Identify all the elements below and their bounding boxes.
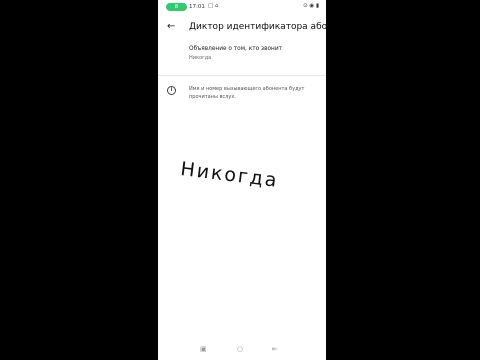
home-icon[interactable]: ○ xyxy=(237,345,243,353)
setting-value: Никогда xyxy=(189,55,212,61)
app-bar: ← Диктор идентификатора або... xyxy=(158,18,326,40)
back-nav-icon[interactable]: ⇤ xyxy=(272,345,278,353)
navigation-bar: ▣ ○ ⇤ xyxy=(158,343,326,357)
caller-announcement-setting[interactable]: Объявление о том, кто звонит Никогда xyxy=(189,46,319,61)
divider xyxy=(158,75,326,76)
notification-icons: □ ⌂ xyxy=(208,3,219,9)
arrow-back-icon[interactable]: ← xyxy=(167,21,175,32)
recent-apps-icon[interactable]: ▣ xyxy=(200,345,207,353)
setting-title: Объявление о том, кто звонит xyxy=(189,46,282,52)
status-bar: 8 17:01 □ ⌂ ⊙ ◉ ▮ xyxy=(158,0,326,14)
call-indicator-pill[interactable]: 8 xyxy=(166,3,187,11)
system-status-icons: ⊙ ◉ ▮ xyxy=(303,3,319,9)
status-time: 17:01 xyxy=(189,4,205,10)
info-icon: i xyxy=(167,86,176,95)
info-text: Имя и номер вызывающего абонента будут п… xyxy=(189,86,305,100)
page-title: Диктор идентификатора або... xyxy=(189,22,326,32)
